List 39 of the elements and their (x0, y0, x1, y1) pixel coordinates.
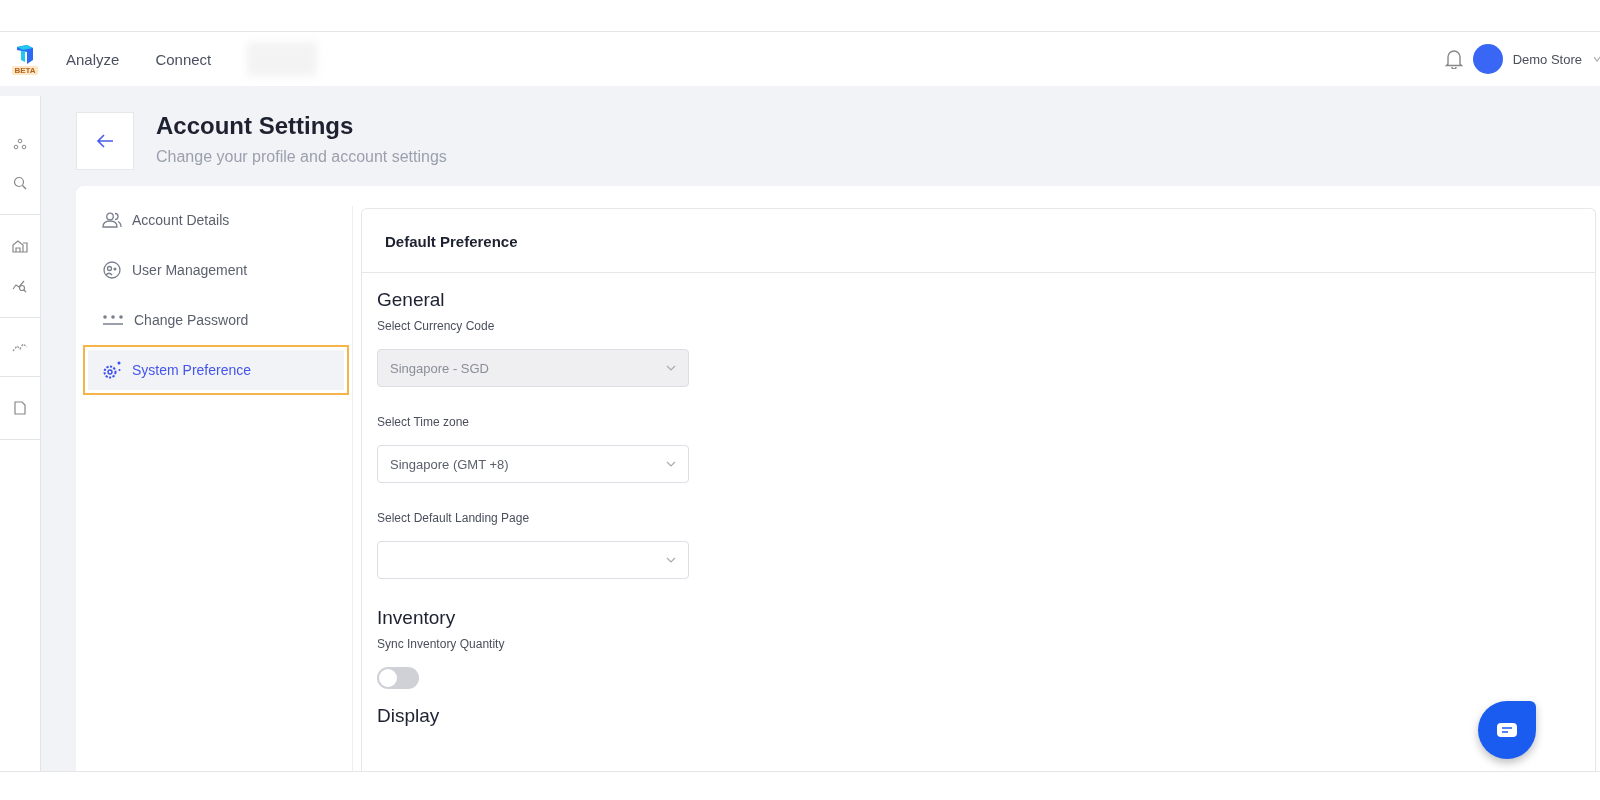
password-icon (102, 314, 124, 326)
nav-link[interactable]: Analyze (66, 50, 120, 68)
caret-icon[interactable] (1594, 55, 1600, 63)
document-icon[interactable] (14, 401, 26, 415)
cube-logo-icon (15, 43, 35, 66)
field-label: Select Currency Code (377, 319, 496, 333)
users-icon (102, 212, 122, 228)
beta-badge: BETA (12, 65, 38, 75)
settings-nav-item[interactable]: User Management (88, 250, 344, 290)
select-field[interactable] (377, 541, 689, 579)
back-arrow-icon (96, 134, 114, 148)
panel-title: Default Preference (362, 209, 1595, 273)
chevron-down-icon (666, 461, 676, 467)
building-icon[interactable] (12, 239, 28, 253)
gear-icon (102, 360, 122, 380)
user-circle-icon (102, 261, 122, 279)
nodes-icon[interactable] (13, 138, 27, 150)
chart-search-icon[interactable] (12, 279, 28, 293)
avatar-circle[interactable] (1472, 44, 1503, 74)
trend-line-icon[interactable] (12, 342, 28, 352)
chat-icon (1496, 722, 1518, 738)
field-label: Select Time zone (377, 415, 471, 429)
field-label: Sync Inventory Quantity (377, 637, 506, 651)
section-heading: Display (377, 705, 440, 727)
chevron-down-icon (666, 557, 676, 563)
field-label: Select Default Landing Page (377, 511, 531, 525)
section-heading: General (377, 289, 445, 311)
select-field[interactable]: Singapore (GMT +8) (377, 445, 689, 483)
settings-nav-item[interactable]: Account Details (88, 200, 344, 240)
bell-icon[interactable] (1444, 49, 1463, 69)
toggle-switch[interactable] (377, 667, 419, 689)
search-icon[interactable] (13, 176, 27, 190)
section-heading: Inventory (377, 607, 456, 629)
page-title: Account Settings (156, 112, 355, 140)
user-name[interactable]: Demo Store (1512, 51, 1582, 67)
chevron-down-icon (666, 365, 676, 371)
nav-link[interactable]: Connect (155, 50, 212, 68)
settings-nav-item[interactable]: Change Password (88, 300, 344, 340)
page-subtitle: Change your profile and account settings (156, 148, 447, 166)
